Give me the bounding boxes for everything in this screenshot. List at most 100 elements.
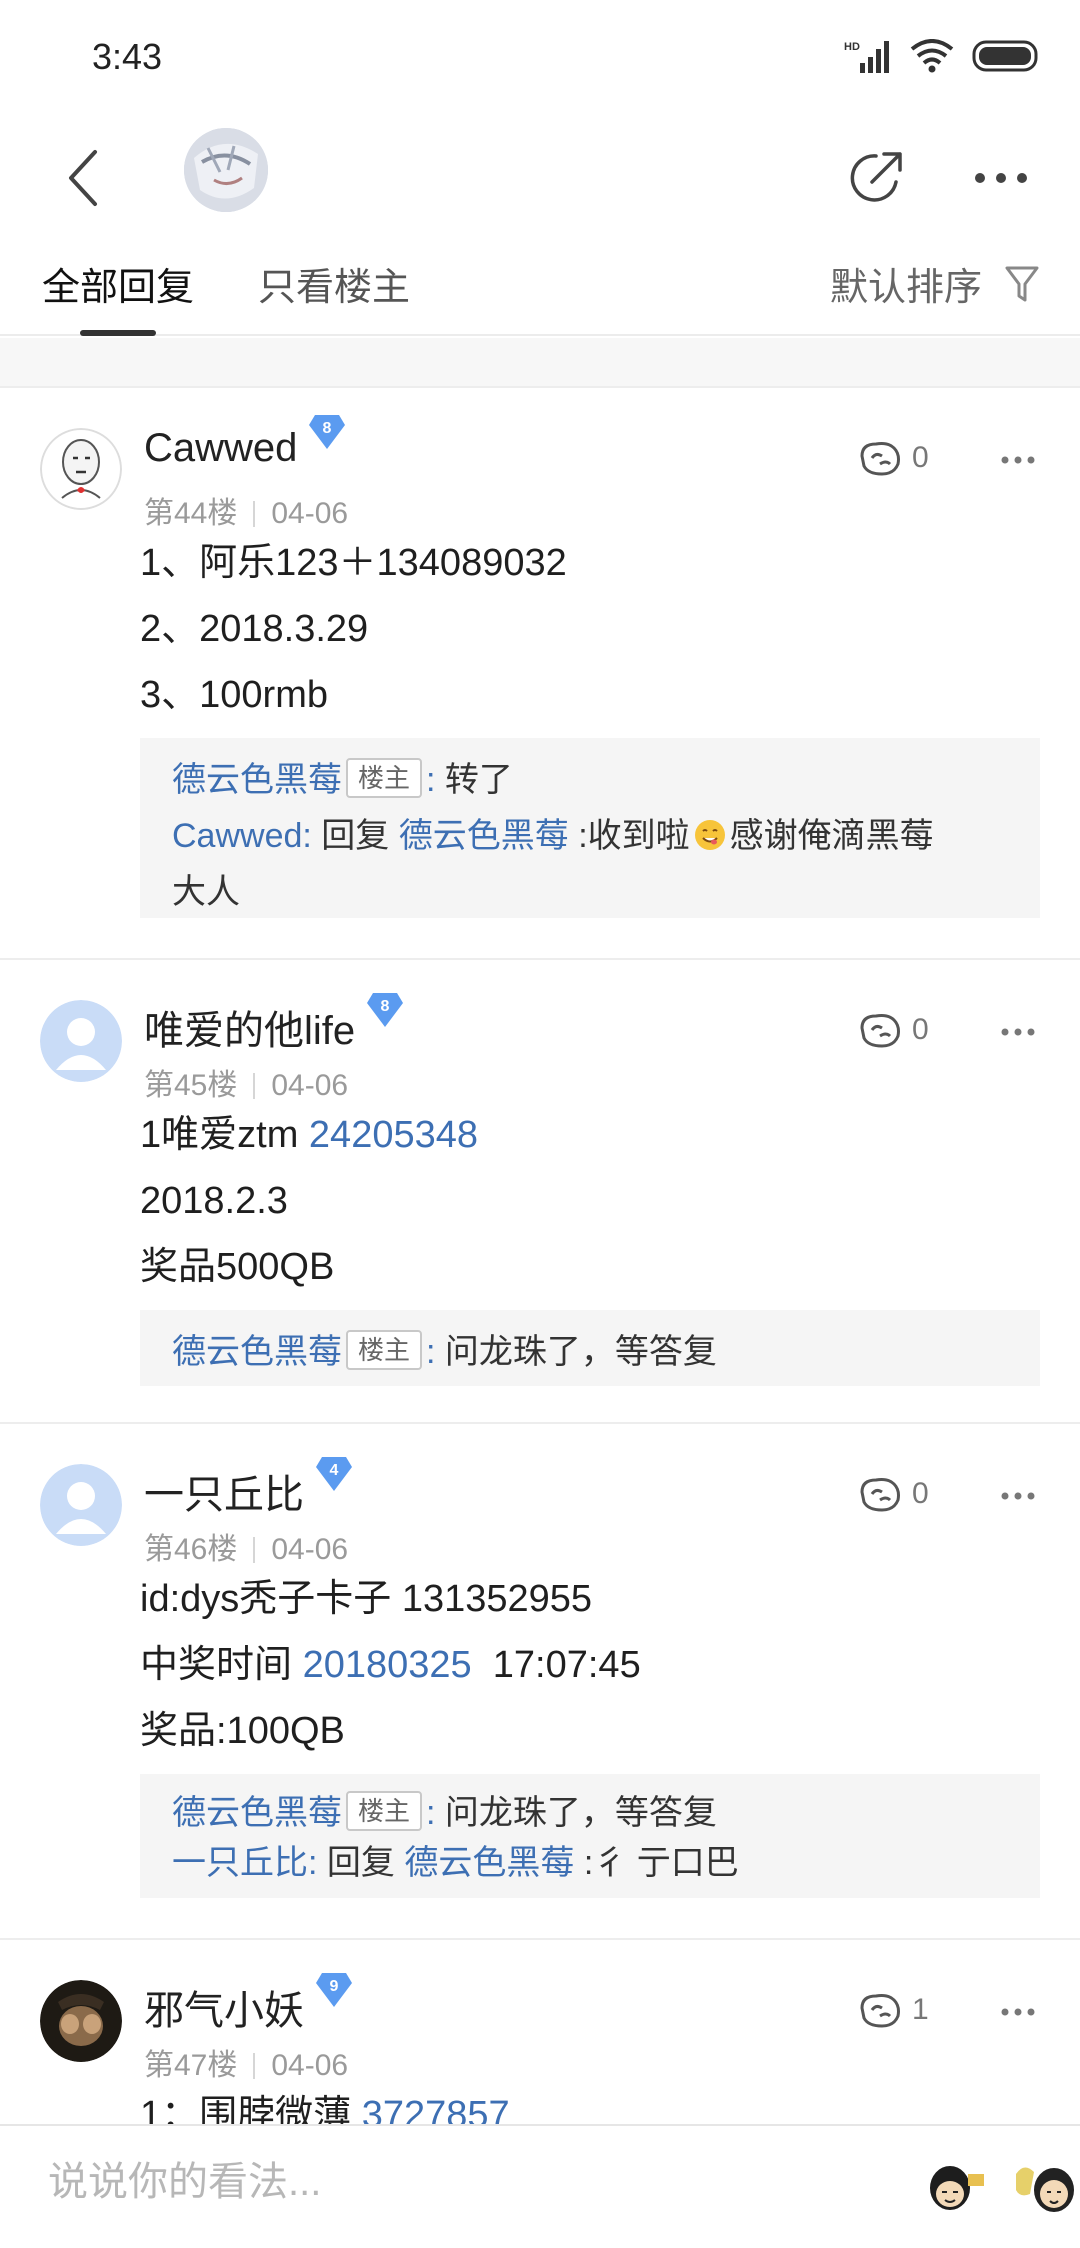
post-more-button[interactable] [990,440,1046,480]
like-count: 0 [912,1477,929,1510]
username[interactable]: 唯爱的他life 8 [144,993,405,1056]
reply-author[interactable]: Cawwed: [172,817,312,855]
post-body: 1：围脖微薄 3727857 [140,2082,510,2124]
reply-author[interactable]: 德云色黑莓 [172,1333,342,1371]
reply-box[interactable]: 德云色黑莓 楼主: 转了 Cawwed: 回复 德云色黑莓 :收到啦 感谢俺滴黑莓 … [140,738,1040,918]
floor-number: 第45楼 [144,1069,238,1102]
active-tab-indicator [80,330,156,336]
reply-item: 德云色黑莓 楼主: 问龙珠了，等答复 [172,1788,1008,1838]
post-meta: 第47楼 04-06 [144,2040,348,2084]
reply-item: Cawwed: 回复 德云色黑莓 :收到啦 感谢俺滴黑莓 大人 [172,808,1008,920]
sticker-button[interactable] [920,2154,990,2224]
tab-all-replies[interactable]: 全部回复 [42,256,194,311]
username-text: Cawwed [144,426,298,470]
username[interactable]: 邪气小妖 9 [144,1973,354,2036]
photo-avatar-icon [40,1980,122,2062]
reply-author[interactable]: 德云色黑莓 [172,1794,342,1832]
like-count: 1 [912,1993,929,2026]
reply-verb: 回复 [321,817,390,855]
comment-input[interactable] [48,2160,848,2205]
like-count: 0 [912,1013,929,1046]
reply-verb: 回复 [326,1844,395,1882]
status-bar: 3:43 HD [0,0,1080,120]
username[interactable]: Cawwed 8 [144,414,347,471]
default-avatar-icon [40,1464,122,1546]
post-date: 04-06 [271,1533,349,1566]
sticker-button[interactable] [1010,2154,1080,2224]
like-button[interactable]: 0 [858,1474,929,1514]
reply-box[interactable]: 德云色黑莓 楼主: 问龙珠了，等答复 [140,1310,1040,1386]
post-more-button[interactable] [990,1012,1046,1052]
post-item: 唯爱的他life 8 第45楼 04-06 0 1唯爱ztm 24205348 2… [0,958,1080,1424]
forum-avatar[interactable] [184,128,268,212]
post-item: 邪气小妖 9 第47楼 04-06 1 1：围脖微薄 3727857 [0,1938,1080,2124]
reply-text: 问龙珠了，等答复 [444,1794,717,1832]
post-line: 1：围脖微薄 3727857 [140,2082,510,2124]
wifi-icon [910,39,954,73]
post-body: 1唯爱ztm 24205348 2018.2.3 奖品500QB [140,1102,478,1300]
status-time: 3:43 [92,36,163,77]
comment-bar [0,2124,1080,2248]
like-button[interactable]: 0 [858,1010,929,1050]
meme-avatar-icon [40,428,122,510]
post-body: 1、阿乐123＋134089032 2、2018.3.29 3、100rmb [140,530,567,728]
post-line: 3、100rmb [140,674,328,716]
post-date: 04-06 [271,497,349,530]
sort-button[interactable]: 默认排序 [830,256,1040,311]
username-text: 一只丘比 [144,1473,304,1517]
reply-text: :彳 亍口巴 [583,1844,739,1882]
share-button[interactable] [838,138,914,218]
yum-emoji-icon [694,820,725,850]
post-line: 2、2018.3.29 [140,608,369,650]
post-date: 04-06 [271,1069,349,1102]
post-more-button[interactable] [990,1992,1046,2032]
thumbs-up-icon [860,1014,900,1048]
reply-author[interactable]: 德云色黑莓 [172,761,342,799]
svg-text:8: 8 [381,998,390,1015]
post-item: Cawwed 8 第44楼 04-06 0 1、阿乐123＋134089032 2… [0,386,1080,960]
meme-sticker-icon [920,2154,990,2224]
reply-author[interactable]: 一只丘比: [172,1844,317,1882]
user-avatar[interactable] [40,1000,122,1082]
reply-text: 感谢俺滴黑莓 [729,817,934,855]
floor-number: 第46楼 [144,1533,238,1566]
sort-label: 默认排序 [829,267,982,309]
avatar-image-icon [184,128,268,212]
more-options-button[interactable] [966,138,1036,218]
like-button[interactable]: 1 [858,1990,929,2030]
svg-text:4: 4 [330,1462,339,1479]
user-avatar[interactable] [40,428,122,510]
phone-link[interactable]: 24205348 [309,1114,478,1156]
post-item: 一只丘比 4 第46楼 04-06 0 id:dys秃子卡子 131352955 … [0,1422,1080,1940]
reply-text: 大人 [172,873,240,911]
reply-target[interactable]: 德云色黑莓 [404,1844,574,1882]
post-more-button[interactable] [990,1476,1046,1516]
reply-target[interactable]: 德云色黑莓 [399,817,569,855]
post-meta: 第44楼 04-06 [144,488,348,532]
post-line: 奖品:100QB [140,1710,345,1752]
battery-icon [972,40,1038,72]
reply-item: 德云色黑莓 楼主: 转了 [172,752,1008,808]
username[interactable]: 一只丘比 4 [144,1457,354,1520]
meta-divider [253,2053,256,2079]
owner-tag: 楼主 [346,1791,423,1831]
user-avatar[interactable] [40,1464,122,1546]
section-divider [0,338,1080,386]
status-icons: HD [844,36,1042,76]
owner-tag: 楼主 [346,1330,423,1370]
number-link[interactable]: 20180325 [303,1644,472,1686]
number-link[interactable]: 3727857 [362,2094,510,2124]
post-line: 1唯爱ztm 24205348 [140,1114,478,1156]
signal-icon: HD [844,41,889,73]
meme-sticker-icon [1010,2154,1080,2224]
like-button[interactable]: 0 [858,438,929,478]
meta-divider [253,1537,256,1563]
post-meta: 第45楼 04-06 [144,1060,348,1104]
username-text: 唯爱的他life [144,1009,356,1053]
user-avatar[interactable] [40,1980,122,2062]
reply-text: :收到啦 [578,817,690,855]
floor-number: 第47楼 [144,2049,238,2082]
back-button[interactable] [50,138,120,218]
reply-box[interactable]: 德云色黑莓 楼主: 问龙珠了，等答复 一只丘比: 回复 德云色黑莓 :彳 亍口巴 [140,1774,1040,1898]
tab-owner-only[interactable]: 只看楼主 [258,256,410,311]
